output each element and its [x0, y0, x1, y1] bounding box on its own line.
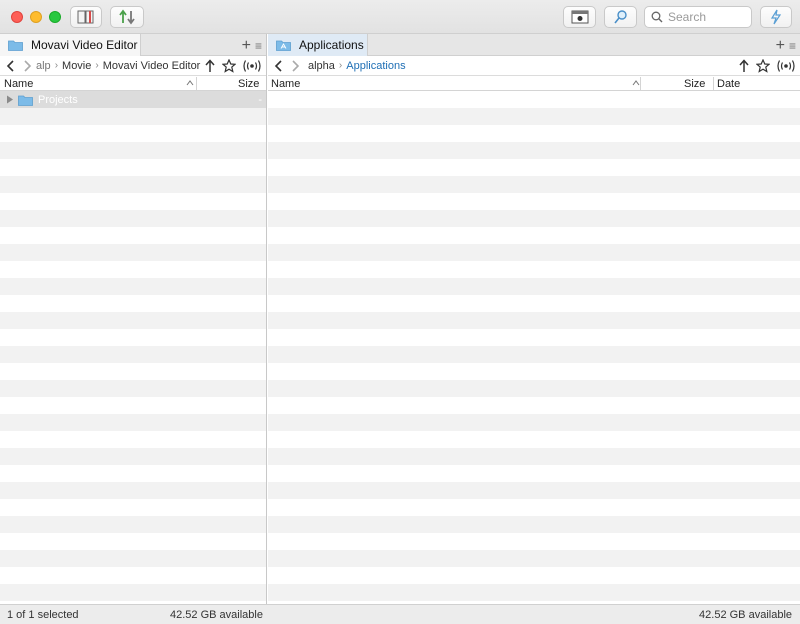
star-icon[interactable] [756, 58, 770, 73]
breadcrumb-separator-icon: › [54, 60, 59, 71]
left-breadcrumb: alp › Movie › Movavi Video Editor [36, 60, 204, 72]
forward-arrow-icon[interactable] [288, 59, 302, 73]
sort-ascending-icon[interactable] [186, 80, 194, 86]
right-column-header: Name Size Date [268, 76, 800, 91]
left-tab-title: Movavi Video Editor [31, 38, 138, 52]
right-tabbar: Applications + ≡ [268, 34, 800, 56]
right-tab[interactable]: Applications [268, 34, 368, 56]
breadcrumb-item-current[interactable]: Applications [346, 60, 405, 72]
left-selection-status: 1 of 1 selected [7, 609, 79, 621]
tab-menu-icon[interactable]: ≡ [255, 39, 262, 53]
preview-button[interactable] [563, 6, 596, 28]
row-name: Projects [38, 93, 78, 106]
preview-icon [571, 10, 588, 24]
sync-arrows-icon [119, 9, 135, 25]
left-path-actions [204, 58, 266, 73]
column-divider[interactable] [640, 77, 641, 90]
column-divider[interactable] [713, 77, 714, 90]
applications-folder-icon [276, 40, 291, 51]
right-tab-title: Applications [299, 38, 364, 52]
right-tab-actions: + ≡ [776, 37, 796, 55]
tab-menu-icon[interactable]: ≡ [789, 39, 796, 53]
search-input[interactable] [668, 10, 748, 24]
breadcrumb-separator-icon: › [338, 60, 343, 71]
minimize-window-button[interactable] [30, 11, 42, 23]
column-size[interactable]: Size [238, 77, 259, 90]
breadcrumb-item[interactable]: alp [36, 60, 51, 72]
book-icon [77, 10, 94, 24]
column-name[interactable]: Name [4, 77, 33, 90]
status-bar: 1 of 1 selected 42.52 GB available 42.52… [0, 604, 800, 624]
left-file-list: Projects - [0, 91, 266, 604]
column-divider[interactable] [196, 77, 197, 90]
left-tabbar: Movavi Video Editor + ≡ [0, 34, 266, 56]
right-file-list [268, 91, 800, 604]
right-pathbar: alpha › Applications [268, 56, 800, 76]
up-arrow-icon[interactable] [738, 58, 750, 73]
folder-icon [18, 95, 33, 106]
breadcrumb-item[interactable]: alpha [308, 60, 335, 72]
column-date[interactable]: Date [717, 77, 740, 90]
book-button[interactable] [70, 6, 102, 28]
left-pathbar: alp › Movie › Movavi Video Editor [0, 56, 266, 76]
lightning-button[interactable] [760, 6, 792, 28]
left-column-header: Name Size [0, 76, 266, 91]
close-window-button[interactable] [11, 11, 23, 23]
sync-button[interactable] [110, 6, 144, 28]
back-arrow-icon[interactable] [272, 59, 286, 73]
left-tab-actions: + ≡ [242, 37, 262, 55]
add-tab-icon[interactable]: + [776, 37, 785, 55]
right-disk-available: 42.52 GB available [699, 609, 792, 621]
lightning-icon [770, 9, 782, 25]
left-nav [0, 59, 36, 73]
search-field[interactable] [644, 6, 752, 28]
back-arrow-icon[interactable] [4, 59, 18, 73]
left-disk-available: 42.52 GB available [170, 609, 263, 621]
table-row[interactable]: Projects - [0, 91, 266, 108]
column-size[interactable]: Size [684, 77, 705, 90]
window-toolbar [0, 0, 800, 34]
left-pane: Movavi Video Editor + ≡ alp › Movie › Mo… [0, 34, 267, 604]
star-icon[interactable] [222, 58, 236, 73]
forward-arrow-icon[interactable] [20, 59, 34, 73]
column-name[interactable]: Name [271, 77, 300, 90]
breadcrumb-item[interactable]: Movavi Video Editor [103, 60, 201, 72]
add-tab-icon[interactable]: + [242, 37, 251, 55]
search-icon [651, 11, 663, 23]
breadcrumb-item[interactable]: Movie [62, 60, 91, 72]
disclosure-triangle-icon[interactable] [6, 95, 14, 104]
right-nav [268, 59, 304, 73]
right-pane: Applications + ≡ alpha › Applications Na… [268, 34, 800, 604]
right-breadcrumb: alpha › Applications [304, 60, 738, 72]
zoom-window-button[interactable] [49, 11, 61, 23]
sort-ascending-icon[interactable] [632, 80, 640, 86]
right-path-actions [738, 58, 800, 73]
find-icon [613, 10, 627, 24]
up-arrow-icon[interactable] [204, 58, 216, 73]
left-tab[interactable]: Movavi Video Editor [0, 34, 141, 56]
breadcrumb-separator-icon: › [95, 60, 99, 71]
find-button[interactable] [604, 6, 637, 28]
row-size: - [258, 93, 262, 106]
folder-icon [8, 40, 23, 51]
broadcast-icon[interactable] [776, 59, 796, 73]
broadcast-icon[interactable] [242, 59, 262, 73]
